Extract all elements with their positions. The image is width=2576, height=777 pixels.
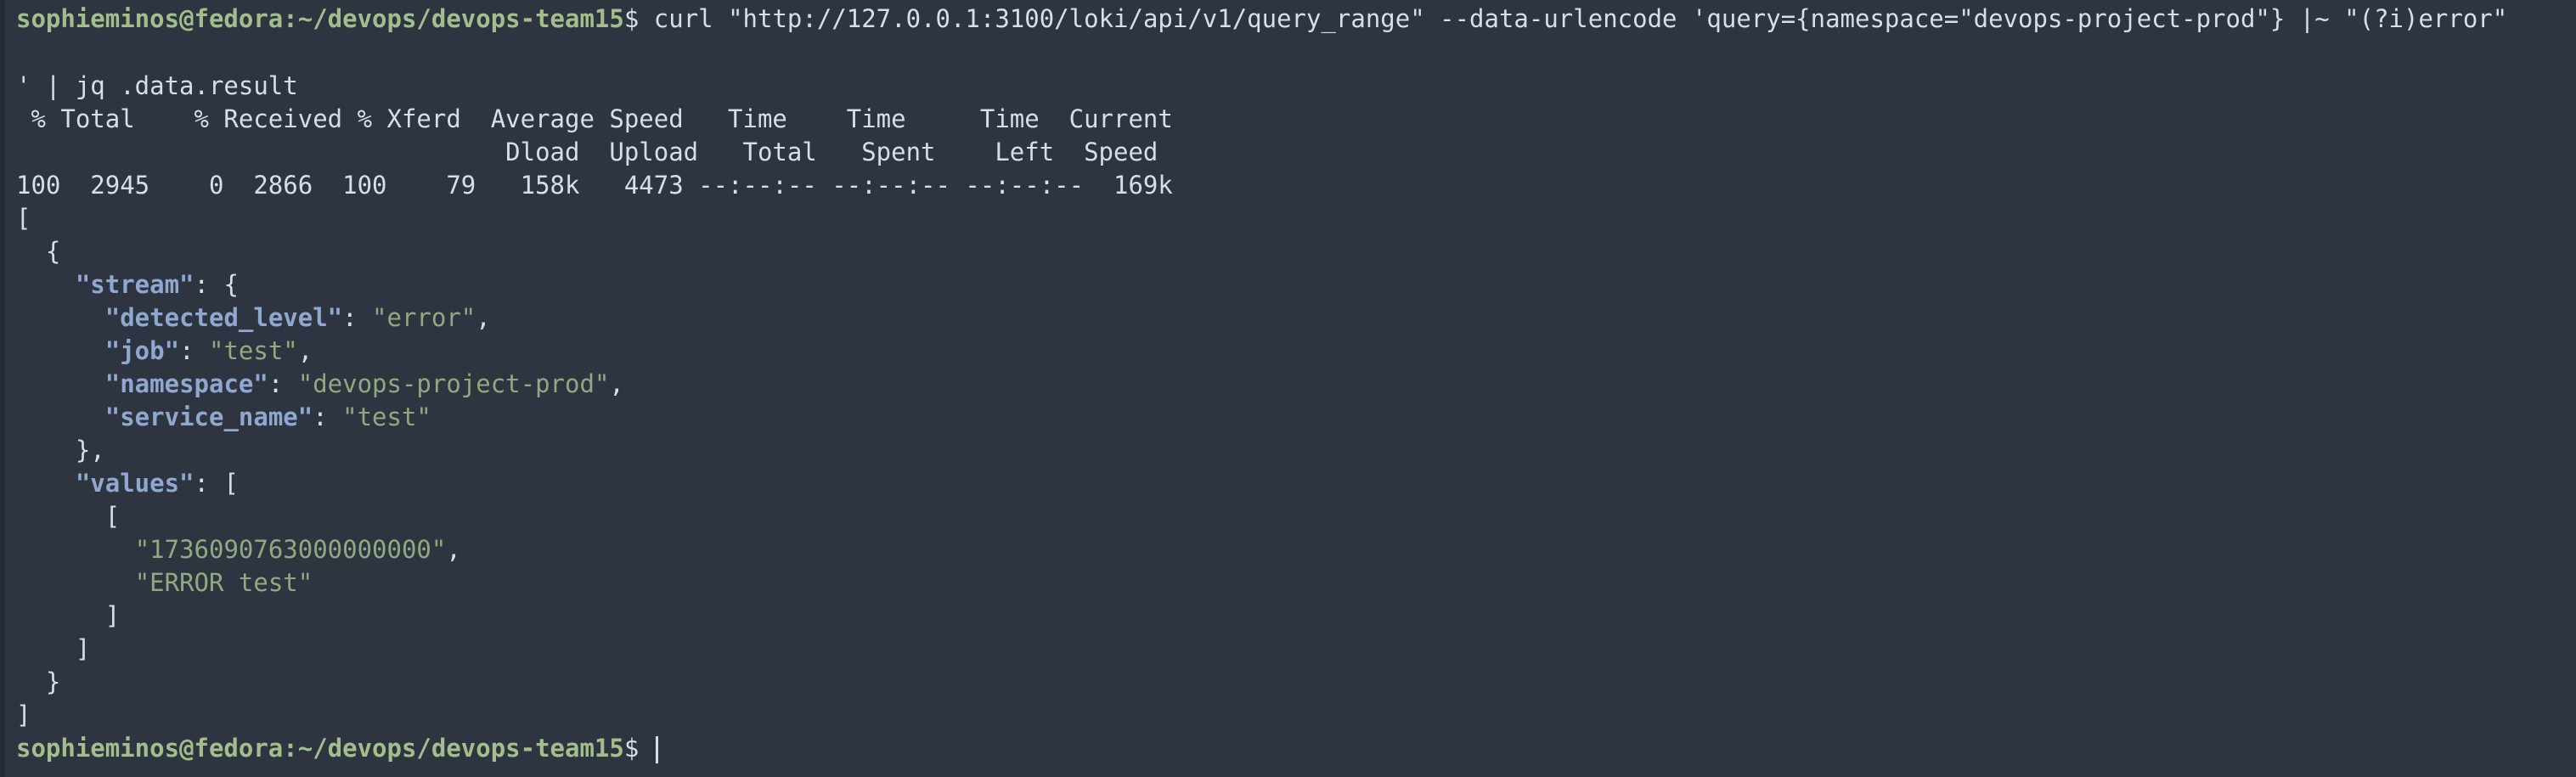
json-key-values: "values" — [75, 469, 194, 498]
json-key: "service_name" — [104, 403, 313, 431]
json-key-stream: "stream" — [75, 270, 194, 299]
command-line-2: ' | jq .data.result — [16, 70, 298, 103]
json-stream-close: }, — [16, 436, 105, 465]
json-timestamp-value: "1736090763000000000" — [134, 535, 447, 564]
json-close-object: } — [16, 667, 61, 696]
json-field-line: "job": "test", — [104, 336, 313, 365]
command-text-line-2: ' | jq .data.result — [16, 71, 298, 100]
prompt-symbol: $ — [623, 734, 654, 763]
json-values-close: ] — [16, 634, 91, 663]
json-close-bracket: ] — [16, 701, 31, 729]
prompt-symbol: $ — [623, 4, 654, 33]
prompt-user-host: sophieminos@fedora — [16, 4, 284, 33]
json-field-line: "namespace": "devops-project-prod", — [104, 369, 624, 398]
final-prompt-line[interactable]: sophieminos@fedora:~/devops/devops-team1… — [16, 732, 658, 765]
json-inner-close: ] — [16, 601, 121, 630]
json-log-line-value: "ERROR test" — [134, 568, 313, 597]
json-stream-line: "stream": { — [16, 268, 239, 301]
json-field-line: "service_name": "test" — [104, 403, 431, 431]
json-value: "test" — [209, 336, 298, 365]
json-key: "job" — [104, 336, 180, 365]
json-trail: , — [476, 303, 491, 332]
json-open-object: { — [16, 237, 61, 266]
json-field-line: "detected_level": "error", — [104, 303, 491, 332]
json-trail: , — [297, 336, 313, 365]
json-values-line: "values": [ — [16, 467, 239, 500]
json-key: "namespace" — [104, 369, 268, 398]
command-text-line-1: curl "http://127.0.0.1:3100/loki/api/v1/… — [653, 4, 2508, 33]
prompt-path: :~/devops/devops-team15 — [283, 4, 624, 33]
text-cursor — [655, 736, 658, 763]
json-stream-open: : { — [194, 270, 239, 299]
curl-progress-header-1: % Total % Received % Xferd Average Speed… — [16, 104, 1173, 133]
curl-progress-header-2: Dload Upload Total Spent Left Speed — [16, 138, 1158, 166]
json-inner-open: [ — [16, 502, 121, 531]
command-line-1: sophieminos@fedora:~/devops/devops-team1… — [16, 3, 2507, 36]
json-value: "error" — [372, 303, 476, 332]
json-value-item: "1736090763000000000", — [16, 533, 461, 566]
json-trail: , — [609, 369, 624, 398]
json-value: "test" — [342, 403, 431, 431]
terminal-gutter — [0, 0, 5, 777]
json-value: "devops-project-prod" — [297, 369, 610, 398]
curl-progress-row: 100 2945 0 2866 100 79 158k 4473 --:--:-… — [16, 171, 1173, 200]
json-values-open: : [ — [194, 469, 239, 498]
prompt-user-host: sophieminos@fedora — [16, 734, 284, 763]
json-key: "detected_level" — [104, 303, 343, 332]
json-open-bracket: [ — [16, 204, 31, 233]
json-value-item: "ERROR test" — [16, 566, 313, 600]
terminal-window[interactable]: sophieminos@fedora:~/devops/devops-team1… — [0, 0, 2576, 777]
prompt-path: :~/devops/devops-team15 — [283, 734, 624, 763]
json-trail: , — [446, 535, 461, 564]
